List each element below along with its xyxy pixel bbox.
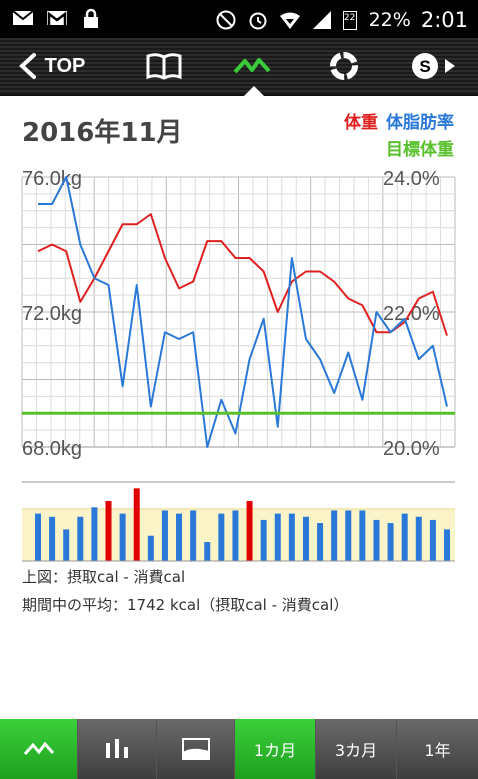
calorie-bar bbox=[119, 513, 126, 561]
y-left-tick-label: 76.0kg bbox=[22, 168, 82, 190]
period-1year-button[interactable]: 1年 bbox=[397, 719, 478, 779]
alarm-icon bbox=[249, 12, 267, 30]
clock: 2:01 bbox=[420, 8, 468, 32]
gmail-icon bbox=[47, 11, 67, 25]
calorie-bar bbox=[288, 513, 295, 561]
back-arrow-icon bbox=[18, 53, 36, 79]
s-forward-icon: S bbox=[412, 53, 455, 79]
status-bar: 22 22% 2:01 bbox=[0, 0, 478, 38]
legend: 体重 体脂肪率 目標体重 bbox=[344, 110, 454, 164]
mail-icon bbox=[12, 10, 34, 25]
weight-chart: 76.0kg 72.0kg 68.0kg 24.0% 22.0% 20.0% bbox=[21, 168, 456, 562]
y-left-tick-label: 68.0kg bbox=[22, 438, 82, 460]
legend-weight: 体重 bbox=[344, 113, 378, 133]
y-right-tick-label: 24.0% bbox=[383, 168, 440, 190]
top-toolbar: TOP S bbox=[0, 38, 478, 96]
ring-icon bbox=[330, 52, 358, 80]
battery-percent: 22% bbox=[368, 9, 411, 31]
back-label: TOP bbox=[44, 54, 86, 77]
area-chart-tab[interactable] bbox=[157, 719, 235, 779]
line-chart-icon bbox=[23, 741, 54, 755]
bottom-bar: 1カ月 3カ月 1年 bbox=[0, 719, 478, 779]
ring-button[interactable] bbox=[320, 38, 368, 94]
graph-icon bbox=[233, 58, 271, 74]
y-right-tick-label: 20.0% bbox=[383, 438, 440, 460]
line-chart-tab[interactable] bbox=[0, 719, 78, 779]
period-1month-button[interactable]: 1カ月 bbox=[235, 719, 316, 779]
calorie-bar bbox=[345, 510, 352, 561]
battery-level-text: 22 bbox=[343, 13, 356, 23]
svg-text:S: S bbox=[419, 57, 430, 76]
battery-icon: 22 bbox=[342, 9, 359, 31]
average-note: 期間中の平均：1742 kcal（摂取cal - 消費cal） bbox=[22, 596, 349, 614]
period-3month-button[interactable]: 3カ月 bbox=[316, 719, 397, 779]
calorie-bar bbox=[373, 519, 380, 561]
calorie-bar bbox=[387, 523, 394, 561]
y-left-tick-label: 72.0kg bbox=[22, 303, 82, 325]
calorie-bar bbox=[246, 500, 253, 561]
wifi-icon bbox=[279, 12, 300, 29]
y-right-tick-label: 22.0% bbox=[383, 303, 440, 325]
area-chart-icon bbox=[181, 738, 210, 760]
calorie-bar bbox=[401, 513, 408, 561]
do-not-disturb-icon bbox=[216, 10, 236, 30]
lock-icon bbox=[84, 8, 98, 28]
calorie-bar bbox=[260, 519, 267, 561]
book-button[interactable] bbox=[140, 38, 188, 94]
calorie-bar bbox=[147, 535, 154, 561]
calorie-bar bbox=[133, 488, 140, 561]
calorie-bar bbox=[63, 529, 70, 561]
calorie-bar bbox=[331, 510, 338, 561]
calorie-bar bbox=[91, 507, 98, 561]
calorie-bar bbox=[105, 500, 112, 561]
calorie-bar bbox=[302, 516, 309, 561]
calorie-bar bbox=[49, 516, 56, 561]
calorie-bar bbox=[190, 510, 197, 561]
bar-chart-icon bbox=[106, 739, 128, 758]
calorie-bar bbox=[415, 516, 422, 561]
calorie-bar bbox=[444, 529, 450, 561]
active-tab-indicator bbox=[244, 86, 264, 96]
calorie-bar bbox=[77, 516, 84, 561]
s-forward-button[interactable]: S bbox=[405, 38, 465, 94]
signal-icon bbox=[312, 11, 331, 29]
calorie-note: 上図：摂取cal - 消費cal bbox=[22, 568, 186, 586]
book-icon bbox=[146, 53, 182, 80]
back-top-button[interactable]: TOP bbox=[6, 38, 96, 94]
calorie-bar bbox=[359, 510, 366, 561]
calorie-bar bbox=[161, 510, 168, 561]
calorie-bar bbox=[176, 513, 183, 561]
calorie-bar bbox=[232, 510, 239, 561]
calorie-bar bbox=[218, 513, 225, 561]
bar-chart-tab[interactable] bbox=[78, 719, 157, 779]
calorie-bar bbox=[35, 513, 41, 561]
calorie-bar bbox=[274, 513, 281, 561]
calorie-bar bbox=[317, 523, 324, 561]
month-title: 2016年11月 bbox=[22, 118, 183, 148]
calorie-bar bbox=[429, 519, 436, 561]
legend-fat: 体脂肪率 bbox=[386, 113, 454, 133]
calorie-bar bbox=[204, 542, 211, 561]
